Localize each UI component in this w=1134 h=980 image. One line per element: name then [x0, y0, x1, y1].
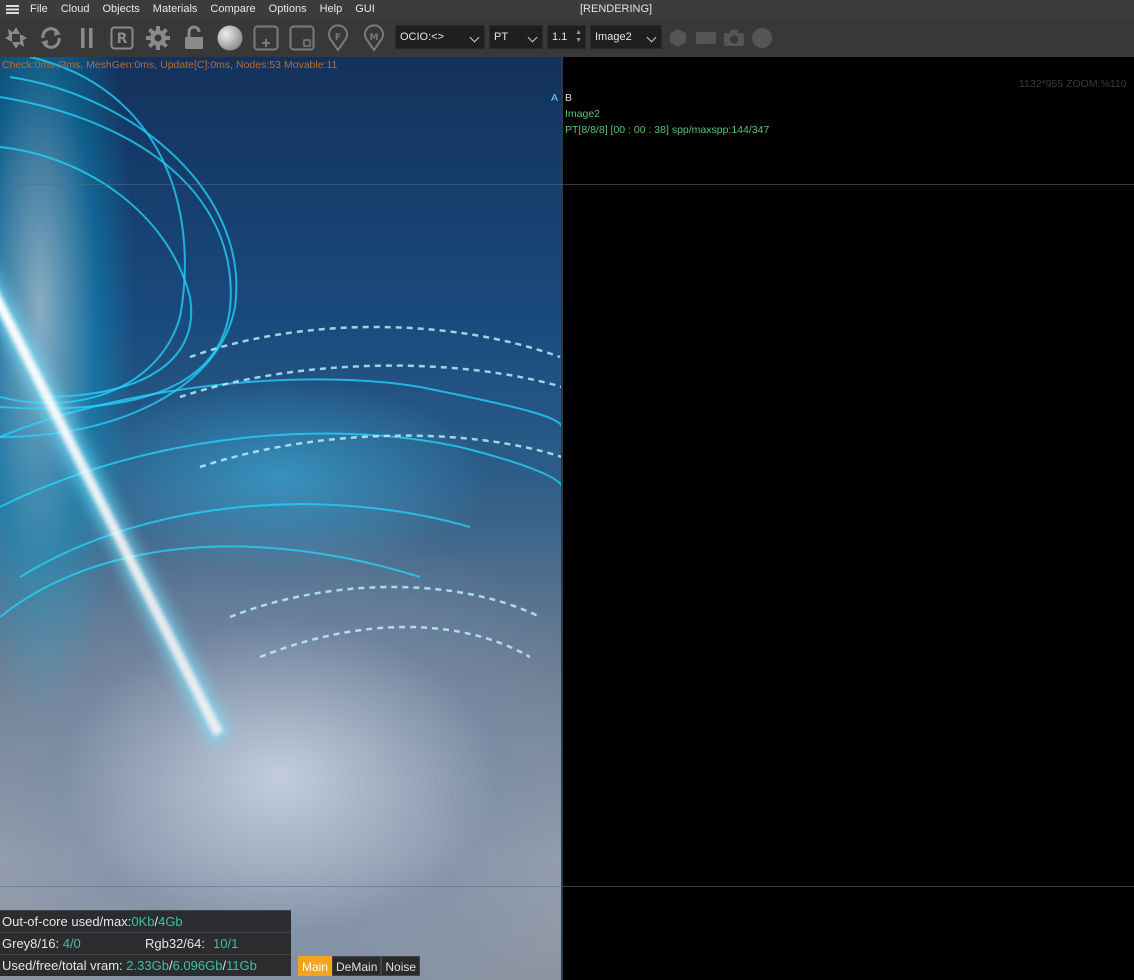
region-icon[interactable] — [288, 24, 316, 52]
compare-label-b: B — [565, 92, 573, 104]
sphere-icon[interactable] — [216, 24, 244, 52]
chevron-down-icon — [646, 32, 657, 43]
value-spinner[interactable]: 1.1 ▲ ▼ — [547, 25, 586, 49]
chevron-down-icon — [469, 32, 480, 43]
image-select[interactable]: Image2 — [590, 25, 662, 49]
window-title: [RENDERING] — [580, 3, 653, 15]
add-region-icon[interactable] — [252, 24, 280, 52]
render-image — [0, 57, 562, 980]
ocio-select[interactable]: OCIO:<> — [395, 25, 485, 49]
chevron-down-icon — [527, 32, 538, 43]
timing-stats: Check:0ms./3ms, MeshGen:0ms, Update[C]:0… — [2, 59, 338, 71]
unlock-icon[interactable] — [180, 24, 208, 52]
menu-materials[interactable]: Materials — [147, 3, 205, 15]
menu-compare[interactable]: Compare — [204, 3, 262, 15]
grey-value: 4/0 — [62, 936, 81, 951]
hamburger-menu-icon[interactable] — [0, 0, 24, 18]
gear-icon[interactable] — [144, 24, 172, 52]
tab-noise[interactable]: Noise — [381, 956, 421, 976]
refresh-icon[interactable] — [37, 24, 65, 52]
svg-text:F: F — [335, 33, 341, 43]
compare-split-line[interactable] — [561, 57, 563, 980]
compare-label-a: A — [551, 92, 559, 104]
svg-text:M: M — [370, 33, 379, 43]
pause-icon[interactable] — [73, 24, 101, 52]
region-guide-bottom — [0, 886, 1134, 887]
menu-options[interactable]: Options — [263, 3, 314, 15]
vram-free: 6.096Gb — [172, 958, 223, 973]
rgb-label: Rgb32/64: — [145, 936, 205, 951]
tab-main[interactable]: Main — [298, 956, 333, 976]
rect-icon[interactable] — [692, 24, 720, 52]
hexagon-icon[interactable] — [664, 24, 692, 52]
menu-gui[interactable]: GUI — [349, 3, 382, 15]
menu-objects[interactable]: Objects — [96, 3, 146, 15]
out-of-core-label: Out-of-core used/max: — [2, 914, 132, 929]
out-of-core-used: 0Kb — [131, 914, 155, 929]
value-spinner-value: 1.1 — [552, 31, 568, 43]
m-pin-icon[interactable]: M — [360, 24, 388, 52]
region-guide-top — [0, 184, 1134, 185]
ocio-select-value: OCIO:<> — [400, 31, 445, 43]
camera-icon[interactable] — [720, 24, 748, 52]
menu-file[interactable]: File — [24, 3, 55, 15]
vram-row: Used/free/total vram: 2.33Gb/6.096Gb/11G… — [0, 954, 291, 976]
menu-cloud[interactable]: Cloud — [55, 3, 97, 15]
circle-icon[interactable] — [748, 24, 776, 52]
toolbar: R F M OCIO:<> PT 1.1 ▲ ▼ Image2 — [0, 18, 1134, 57]
kernel-select-value: PT — [494, 31, 509, 43]
aperture-icon[interactable] — [2, 24, 30, 52]
out-of-core-row: Out-of-core used/max:0Kb/4Gb — [0, 910, 291, 932]
render-progress-info: PT[8/8/8] [00 : 00 : 38] spp/maxspp:144/… — [565, 124, 770, 136]
resolution-zoom-readout: 1132*955 ZOOM:%110 — [1019, 78, 1127, 90]
texture-count-row: Grey8/16: 4/0 Rgb32/64: 10/1 — [0, 932, 291, 954]
grey-label: Grey8/16: — [2, 936, 60, 951]
render-viewport[interactable]: Check:0ms./3ms, MeshGen:0ms, Update[C]:0… — [0, 57, 1134, 980]
image-select-value: Image2 — [595, 31, 632, 43]
menu-bar: File Cloud Objects Materials Compare Opt… — [0, 0, 1134, 18]
vram-label: Used/free/total vram: — [2, 958, 123, 973]
out-of-core-max: 4Gb — [158, 914, 183, 929]
spinner-arrows-icon[interactable]: ▲ ▼ — [575, 29, 582, 45]
vram-used: 2.33Gb — [126, 958, 169, 973]
svg-text:R: R — [117, 31, 128, 47]
vram-total: 11Gb — [226, 958, 257, 973]
rgb-value: 10/1 — [213, 936, 239, 951]
buffer-tabs: Main DeMain Noise — [298, 956, 421, 976]
image-name-label: Image2 — [565, 108, 601, 120]
tab-demain[interactable]: DeMain — [332, 956, 382, 976]
kernel-select[interactable]: PT — [489, 25, 543, 49]
menu-help[interactable]: Help — [314, 3, 350, 15]
r-box-icon[interactable]: R — [108, 24, 136, 52]
f-pin-icon[interactable]: F — [324, 24, 352, 52]
